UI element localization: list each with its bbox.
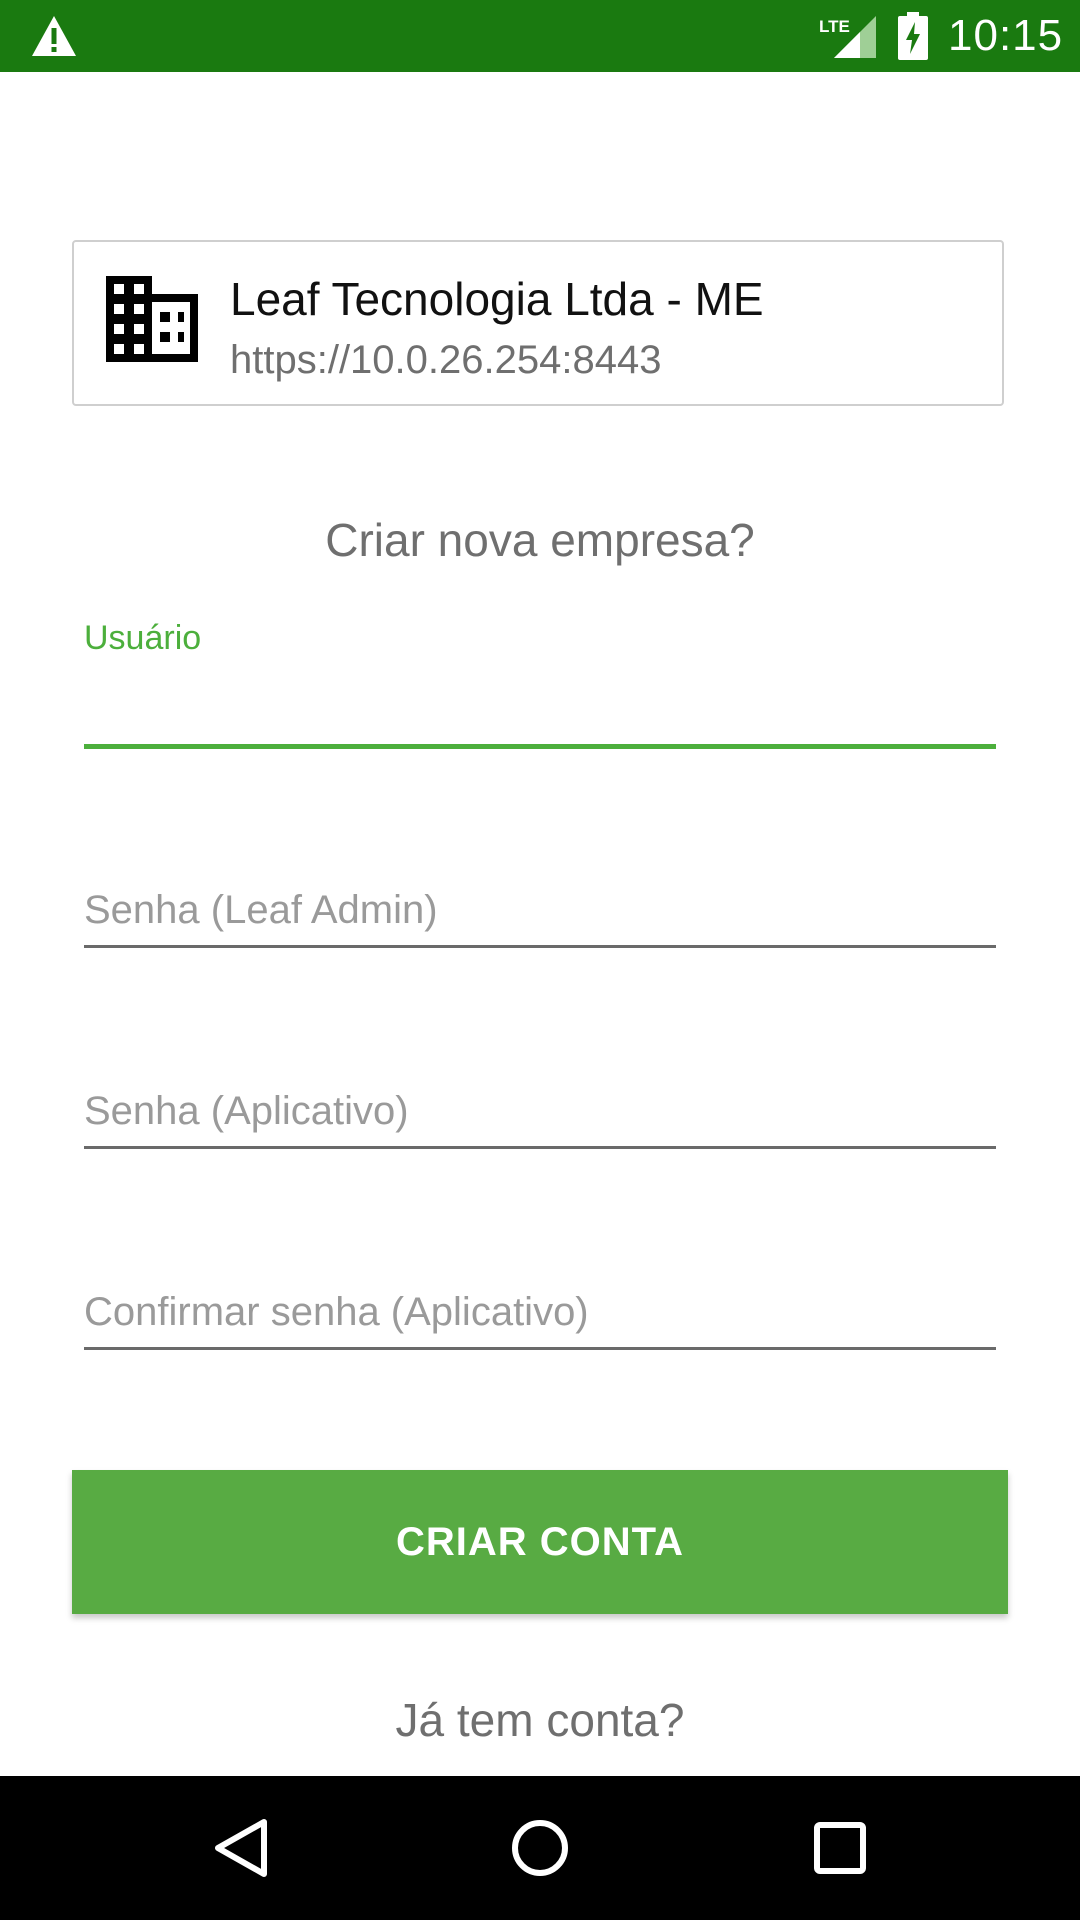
admin-password-input[interactable] — [84, 880, 996, 940]
company-name: Leaf Tecnologia Ltda - ME — [230, 273, 764, 325]
back-icon[interactable] — [206, 1816, 276, 1880]
confirm-password-input[interactable] — [84, 1282, 996, 1342]
status-bar: LTE 10:15 — [0, 0, 1080, 72]
status-time: 10:15 — [948, 11, 1064, 60]
username-field-container: Usuário — [84, 618, 996, 752]
network-type-label: LTE — [819, 17, 850, 36]
login-link[interactable]: Já tem conta? — [0, 1692, 1080, 1748]
recents-icon[interactable] — [805, 1816, 875, 1880]
app-password-input[interactable] — [84, 1081, 996, 1141]
app-password-underline — [84, 1146, 996, 1149]
admin-password-underline — [84, 945, 996, 948]
server-url: https://10.0.26.254:8443 — [230, 338, 662, 382]
home-icon[interactable] — [505, 1816, 575, 1880]
battery-charging-icon — [898, 12, 928, 60]
confirm-password-field-container — [84, 1282, 996, 1352]
username-label: Usuário — [84, 619, 202, 657]
admin-password-field-container — [84, 880, 996, 950]
app-password-field-container — [84, 1081, 996, 1151]
signal-icon: LTE — [819, 16, 876, 58]
warning-icon — [32, 16, 76, 56]
create-account-button[interactable]: CRIAR CONTA — [72, 1470, 1008, 1614]
confirm-password-underline — [84, 1347, 996, 1350]
username-underline — [84, 744, 996, 749]
server-card[interactable]: Leaf Tecnologia Ltda - ME https://10.0.2… — [72, 240, 1004, 406]
building-icon — [106, 276, 198, 362]
create-company-link[interactable]: Criar nova empresa? — [0, 512, 1080, 568]
username-input[interactable] — [84, 678, 996, 738]
navigation-bar — [0, 1776, 1080, 1920]
